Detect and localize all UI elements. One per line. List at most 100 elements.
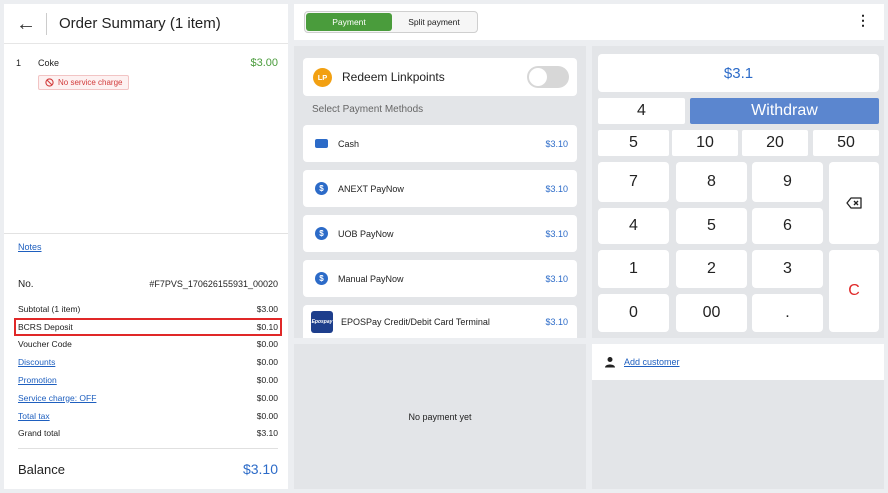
total-tax-row: Total tax $0.00 [18,407,278,425]
payment-method-label: UOB PayNow [338,228,394,239]
payment-method-epospay-terminal[interactable]: Epospay EPOSPay Credit/Debit Card Termin… [303,305,577,338]
balance-value: $3.10 [242,461,278,478]
order-items-list: 1 Coke No service charge $3.00 [4,44,288,234]
no-service-charge-badge: No service charge [38,75,130,90]
grand-total-row: Grand total $3.10 [18,425,278,443]
balance-label: Balance [18,461,65,477]
key-3[interactable]: 3 [752,250,823,288]
payment-method-manual-paynow[interactable]: $ Manual PayNow $3.10 [303,260,577,297]
backspace-button[interactable] [829,162,879,244]
list-item[interactable]: 1 Coke No service charge $3.00 [16,56,278,92]
key-1[interactable]: 1 [598,250,669,288]
order-number-row: No. #F7PVS_170626155931_00020 [18,279,278,290]
payment-topbar: Payment Split payment ⋮ [294,4,884,40]
service-charge-value: $0.00 [256,392,278,403]
key-8[interactable]: 8 [676,162,747,202]
key-0[interactable]: 0 [598,294,669,332]
item-name: Coke [38,58,60,68]
grand-total-label: Grand total [18,428,61,439]
withdraw-button[interactable]: Withdraw [690,98,879,124]
payment-method-anext-paynow[interactable]: $ ANEXT PayNow $3.10 [303,170,577,207]
backspace-icon [846,197,862,209]
payment-method-cash[interactable]: Cash $3.10 [303,125,577,162]
voucher-code-label: Voucher Code [18,339,72,350]
quick-amount-10[interactable]: 10 [672,130,738,156]
discounts-value: $0.00 [256,357,278,368]
order-totals: Notes No. #F7PVS_170626155931_00020 Subt… [4,234,288,489]
key-4[interactable]: 4 [598,208,669,244]
clear-button[interactable]: C [829,250,879,332]
promotion-link[interactable]: Promotion [18,375,57,385]
prohibited-icon [45,78,54,87]
voucher-code-row: Voucher Code $0.00 [18,336,278,354]
epos-logo-icon: Epospay [311,310,333,333]
item-price: $3.00 [250,57,278,69]
service-charge-link[interactable]: Service charge: OFF [18,393,96,403]
tab-payment[interactable]: Payment [306,13,392,31]
tendered-amount-display: $3.1 [598,54,879,92]
discounts-link[interactable]: Discounts [18,357,55,367]
more-options-icon[interactable]: ⋮ [856,13,870,27]
payment-mode-tabs: Payment Split payment [304,11,478,33]
key-decimal[interactable]: . [752,294,823,332]
voucher-code-value: $0.00 [256,339,278,350]
balance-row: Balance $3.10 [18,449,278,489]
key-4-quick[interactable]: 4 [598,98,685,124]
person-icon [605,357,615,368]
no-service-charge-label: No service charge [58,78,123,87]
header-divider [46,12,47,35]
add-customer-row[interactable]: Add customer [592,344,884,380]
payment-method-label: Manual PayNow [338,273,404,284]
dollar-coin-icon: $ [315,272,328,285]
tab-split-payment[interactable]: Split payment [392,13,476,31]
payment-methods-panel: LP Redeem Linkpoints Select Payment Meth… [294,46,586,338]
promotion-row: Promotion $0.00 [18,371,278,389]
add-customer-link[interactable]: Add customer [624,357,680,367]
redeem-linkpoints-label: Redeem Linkpoints [342,70,445,84]
quick-amount-50[interactable]: 50 [813,130,879,156]
key-5[interactable]: 5 [676,208,747,244]
redeem-linkpoints-toggle[interactable] [527,66,569,88]
subtotal-value: $3.00 [256,303,278,314]
quick-amount-5[interactable]: 5 [598,130,669,156]
order-number-label: No. [18,279,34,290]
no-payment-text: No payment yet [408,411,472,422]
key-00[interactable]: 00 [676,294,747,332]
order-summary-header: ← Order Summary (1 item) [4,4,288,44]
item-body: Coke No service charge [38,56,250,92]
service-charge-row: Service charge: OFF $0.00 [18,389,278,407]
back-arrow-icon[interactable]: ← [16,14,40,34]
payment-method-label: Cash [338,138,360,149]
payment-method-uob-paynow[interactable]: $ UOB PayNow $3.10 [303,215,577,252]
total-tax-link[interactable]: Total tax [18,411,50,421]
key-6[interactable]: 6 [752,208,823,244]
grand-total-value: $3.10 [256,428,278,439]
dollar-coin-icon: $ [315,227,328,240]
payment-method-label: ANEXT PayNow [338,183,404,194]
payment-method-label: EPOSPay Credit/Debit Card Terminal [341,316,490,327]
item-quantity: 1 [16,58,22,68]
bcrs-deposit-value: $0.10 [256,321,278,332]
payment-method-amount: $3.10 [545,138,568,149]
toggle-knob [529,68,547,86]
quick-amount-20[interactable]: 20 [742,130,808,156]
bcrs-deposit-row: BCRS Deposit $0.10 [14,317,282,336]
discounts-row: Discounts $0.00 [18,353,278,371]
payment-method-amount: $3.10 [545,183,568,194]
key-7[interactable]: 7 [598,162,669,202]
cash-icon [315,139,328,148]
customer-panel: Add customer [592,344,884,489]
order-summary-panel: ← Order Summary (1 item) 1 Coke No servi… [4,4,288,489]
promotion-value: $0.00 [256,375,278,386]
subtotal-row: Subtotal (1 item) $3.00 [18,300,278,318]
dollar-coin-icon: $ [315,182,328,195]
payment-method-amount: $3.10 [545,316,568,327]
key-2[interactable]: 2 [676,250,747,288]
amount-keypad: $3.1 4 Withdraw 5 10 20 50 7 8 9 4 5 6 1… [592,46,884,338]
total-tax-value: $0.00 [256,410,278,421]
bcrs-deposit-label: BCRS Deposit [18,321,73,332]
key-9[interactable]: 9 [752,162,823,202]
order-number-value: #F7PVS_170626155931_00020 [149,279,278,289]
notes-link[interactable]: Notes [18,242,42,252]
payment-method-amount: $3.10 [545,273,568,284]
